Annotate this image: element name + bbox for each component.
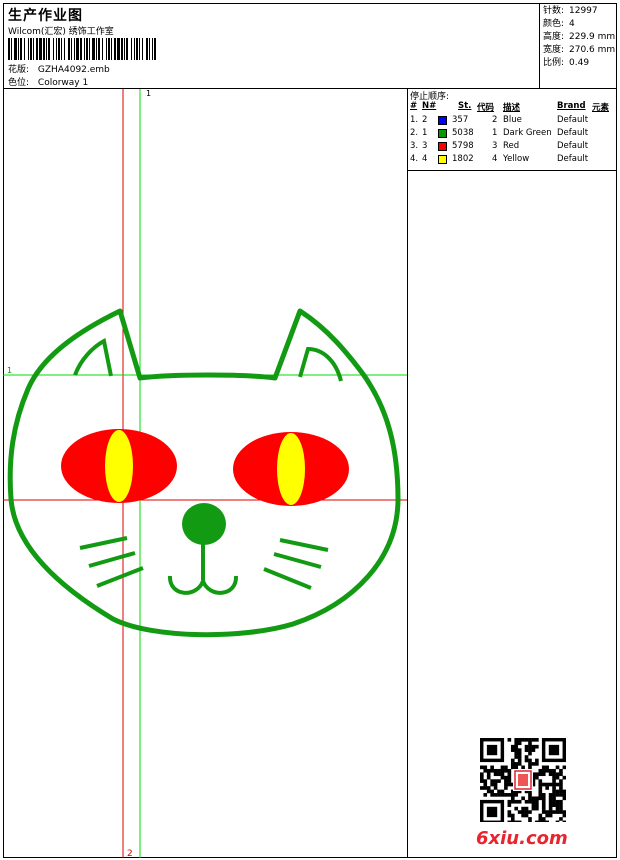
design-file-row: 花版: GZHA4092.emb — [8, 62, 110, 75]
qr-code — [480, 738, 566, 822]
row-code: 3 — [492, 141, 498, 151]
design-label: 花版: — [8, 65, 30, 75]
row-stitches: 357 — [452, 115, 469, 125]
stat-colors: 颜色: 4 — [543, 19, 575, 29]
col-header-code: 代码 — [477, 103, 495, 113]
row-desc: Blue — [503, 115, 522, 125]
green-vertical-guide-label: 1 — [146, 89, 151, 98]
right-whisker-2 — [273, 552, 322, 569]
left-inner-ear — [73, 337, 113, 377]
cat-embroidery-design: 1 1 2 — [3, 89, 407, 858]
col-header-n: N# — [422, 101, 437, 111]
row-needle: 1 — [422, 128, 428, 138]
left-whisker-3 — [96, 566, 144, 588]
row-num: 2. — [410, 128, 419, 138]
stop-sequence-panel: 停止顺序: # N# St. 代码 描述 Brand 元素 1. 2 357 2 Blu… — [408, 89, 617, 171]
barcode — [8, 38, 156, 60]
design-canvas: 1 1 2 — [3, 89, 408, 858]
row-code: 4 — [492, 154, 498, 164]
col-header-num: # — [410, 101, 418, 111]
row-brand: Default — [557, 115, 589, 125]
header-block: 生产作业图 Wilcom(汇宏) 绣饰工作室 花版: GZHA4092.emb … — [3, 3, 617, 89]
left-eye-pupil — [105, 430, 133, 502]
col-header-brand: Brand — [557, 101, 586, 111]
col-header-element: 元素 — [592, 103, 610, 113]
stats-box: 针数: 12997 颜色: 4 高度: 229.9 mm 宽度: 270.6 mm 比例… — [539, 3, 617, 88]
row-num: 1. — [410, 115, 419, 125]
left-whisker-1 — [79, 536, 128, 550]
stat-width: 宽度: 270.6 mm — [543, 45, 616, 55]
row-brand: Default — [557, 128, 589, 138]
row-needle: 2 — [422, 115, 428, 125]
green-horizontal-guide-label: 1 — [7, 366, 12, 375]
row-code: 1 — [492, 128, 498, 138]
right-whisker-1 — [279, 538, 329, 552]
cat-nose — [182, 503, 226, 545]
colorway-label: 色位: — [8, 78, 30, 88]
colorway-value: Colorway 1 — [37, 78, 89, 88]
row-brand: Default — [557, 141, 589, 151]
color-swatch — [438, 155, 447, 164]
color-swatch — [438, 129, 447, 138]
row-needle: 3 — [422, 141, 428, 151]
watermark: 6xiu.com — [476, 828, 568, 849]
right-inner-ear — [298, 346, 343, 382]
row-stitches: 5038 — [452, 128, 474, 138]
right-whisker-3 — [263, 567, 312, 590]
cat-mouth — [167, 575, 239, 595]
design-value: GZHA4092.emb — [37, 65, 110, 75]
colorway-row: 色位: Colorway 1 — [8, 75, 88, 88]
row-num: 3. — [410, 141, 419, 151]
row-code: 2 — [492, 115, 498, 125]
row-desc: Red — [503, 141, 520, 151]
color-swatch — [438, 142, 447, 151]
studio-subtitle: Wilcom(汇宏) 绣饰工作室 — [8, 27, 114, 37]
stat-height: 高度: 229.9 mm — [543, 32, 616, 42]
row-desc: Dark Green — [503, 128, 552, 138]
right-eye-pupil — [277, 433, 305, 505]
col-header-desc: 描述 — [503, 103, 521, 113]
row-stitches: 1802 — [452, 154, 474, 164]
left-whisker-2 — [88, 551, 136, 568]
row-brand: Default — [557, 154, 589, 164]
col-header-stitches: St. — [458, 101, 472, 111]
red-vertical-guide-label: 2 — [127, 849, 133, 858]
row-desc: Yellow — [503, 154, 530, 164]
row-num: 4. — [410, 154, 419, 164]
row-stitches: 5798 — [452, 141, 474, 151]
stat-scale: 比例: 0.49 — [543, 58, 590, 68]
page-title: 生产作业图 — [8, 8, 83, 24]
row-needle: 4 — [422, 154, 428, 164]
color-swatch — [438, 116, 447, 125]
stat-stitches: 针数: 12997 — [543, 6, 598, 16]
